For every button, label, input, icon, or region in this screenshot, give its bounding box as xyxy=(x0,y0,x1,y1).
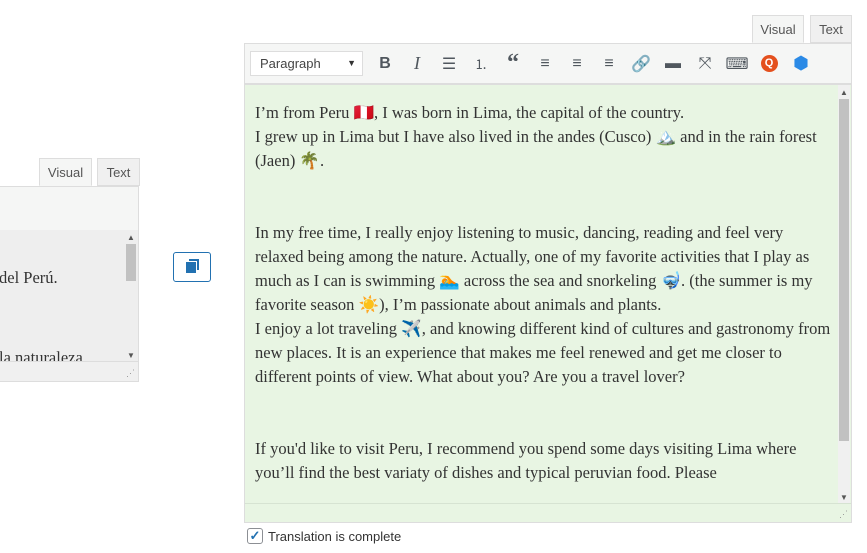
scroll-thumb[interactable] xyxy=(126,244,136,281)
editor-statusbar: ⋰ xyxy=(245,503,851,522)
quform-icon: Q xyxy=(760,55,778,72)
paragraph: I enjoy a lot traveling ✈️, and knowing … xyxy=(255,319,831,386)
translation-complete-label: Translation is complete xyxy=(268,528,402,544)
left-scrollbar[interactable]: ▲ ▼ xyxy=(125,230,137,363)
italic-button[interactable]: I xyxy=(401,50,433,78)
paragraph: If you'd like to visit Peru, I recommend… xyxy=(255,439,797,482)
scroll-up-icon[interactable]: ▲ xyxy=(127,233,135,242)
checkbox-checked-icon[interactable]: ✓ xyxy=(247,528,263,544)
left-line: del Perú. xyxy=(0,268,58,287)
left-tab-visual[interactable]: Visual xyxy=(39,158,92,186)
scroll-down-icon[interactable]: ▼ xyxy=(840,493,848,502)
format-select-value: Paragraph xyxy=(260,56,321,71)
bullet-list-button[interactable]: ☰ xyxy=(433,50,465,78)
left-editor: del Perú. la naturaleza ▲ ▼ ⋰ xyxy=(0,186,139,382)
numbered-list-button[interactable]: ⒈ xyxy=(465,50,497,78)
left-content[interactable]: del Perú. la naturaleza ▲ ▼ xyxy=(0,230,138,363)
resize-handle-icon[interactable]: ⋰ xyxy=(126,368,135,379)
align-left-button[interactable]: ≡ xyxy=(529,50,561,78)
tab-visual[interactable]: Visual xyxy=(752,15,804,43)
link-button[interactable]: 🔗 xyxy=(625,50,657,78)
copy-button[interactable] xyxy=(173,252,211,282)
left-statusbar: ⋰ xyxy=(0,361,138,381)
bold-button[interactable]: B xyxy=(369,50,401,78)
align-center-button[interactable]: ≡ xyxy=(561,50,593,78)
hexagon-icon: ⬢ xyxy=(793,53,809,73)
editor-scrollbar[interactable]: ▲ ▼ xyxy=(838,85,850,505)
fullscreen-button[interactable]: ⤧ xyxy=(689,50,721,78)
copy-icon-front xyxy=(186,262,196,273)
left-toolbar xyxy=(0,187,138,231)
format-select[interactable]: Paragraph ▼ xyxy=(250,51,363,76)
toolbar-toggle-button[interactable]: ⌨ xyxy=(721,50,753,78)
scroll-thumb[interactable] xyxy=(839,99,849,441)
left-tab-text[interactable]: Text xyxy=(97,158,140,186)
paragraph: I’m from Peru 🇵🇪, I was born in Lima, th… xyxy=(255,103,685,122)
translation-editor: Paragraph ▼ B I ☰ ⒈ “ ≡ ≡ ≡ 🔗 ▬ ⤧ ⌨ Q ⬢ I… xyxy=(244,43,852,523)
read-more-button[interactable]: ▬ xyxy=(657,50,689,78)
scroll-down-icon[interactable]: ▼ xyxy=(127,351,135,360)
editor-content[interactable]: I’m from Peru 🇵🇪, I was born in Lima, th… xyxy=(245,85,851,505)
quform-button[interactable]: Q xyxy=(753,50,785,78)
resize-handle-icon[interactable]: ⋰ xyxy=(839,509,848,520)
align-right-button[interactable]: ≡ xyxy=(593,50,625,78)
paragraph: I grew up in Lima but I have also lived … xyxy=(255,127,817,170)
plugin-button[interactable]: ⬢ xyxy=(785,50,817,78)
editor-toolbar: Paragraph ▼ B I ☰ ⒈ “ ≡ ≡ ≡ 🔗 ▬ ⤧ ⌨ Q ⬢ xyxy=(245,44,851,85)
chevron-down-icon: ▼ xyxy=(347,58,356,68)
blockquote-button[interactable]: “ xyxy=(497,50,529,78)
paragraph: In my free time, I really enjoy listenin… xyxy=(255,223,813,314)
translation-complete-checkbox[interactable]: ✓ Translation is complete xyxy=(247,528,401,544)
scroll-up-icon[interactable]: ▲ xyxy=(840,88,848,97)
tab-text[interactable]: Text xyxy=(810,15,852,43)
